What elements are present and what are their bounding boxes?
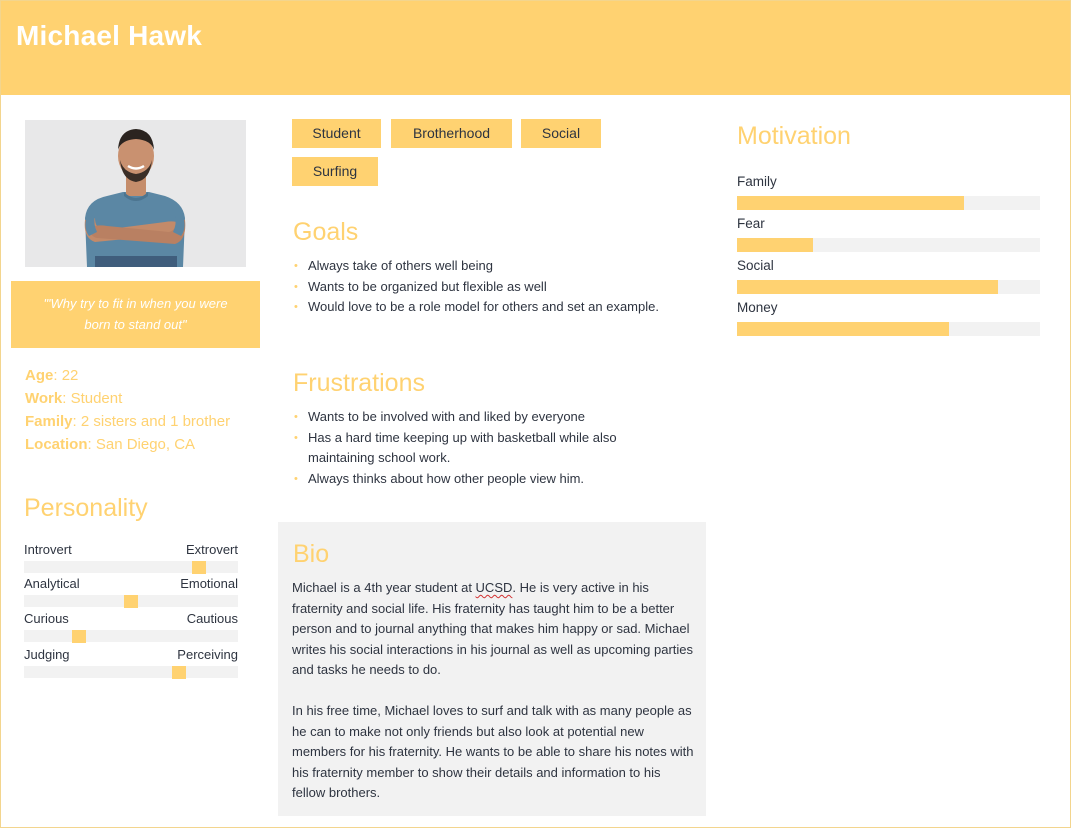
trait-marker (172, 666, 186, 679)
motivation-fill (737, 196, 965, 210)
persona-facts: Age: 22 Work: Student Family: 2 sisters … (25, 364, 230, 456)
goal-item: Wants to be organized but flexible as we… (293, 277, 703, 298)
motivation-track (737, 196, 1040, 210)
fact-value: 2 sisters and 1 brother (80, 413, 231, 430)
frustration-item: Wants to be involved with and liked by e… (293, 407, 668, 428)
motivation-heading: Motivation (737, 122, 851, 150)
trait-analytical-emotional: Analytical Emotional (24, 576, 238, 612)
motivation-fill (737, 238, 813, 252)
trait-right-label: Perceiving (177, 647, 238, 662)
persona-name: Michael Hawk (16, 20, 203, 51)
bio-text: Michael is a 4th year student at (292, 580, 476, 595)
trait-left-label: Analytical (24, 576, 80, 591)
person-photo-icon (25, 120, 246, 267)
fact-value: San Diego, CA (95, 436, 196, 453)
motivation-label: Money (737, 300, 778, 315)
motivation-label: Family (737, 174, 777, 189)
motivation-label: Social (737, 258, 774, 273)
spellcheck-word[interactable]: UCSD (476, 580, 513, 595)
fact-location: Location: San Diego, CA (25, 436, 196, 453)
fact-label: Work (25, 390, 63, 407)
trait-right-label: Extrovert (185, 542, 238, 557)
tag-social: Social (521, 119, 601, 148)
trait-left-label: Curious (24, 611, 69, 626)
motivation-family: Family (737, 174, 1040, 216)
bio-panel: Bio Michael is a 4th year student at UCS… (278, 522, 706, 816)
motivation-fill (737, 280, 998, 294)
trait-right-label: Emotional (180, 576, 238, 591)
trait-judging-perceiving: Judging Perceiving (24, 647, 238, 683)
persona-quote: "'Why try to fit in when you were born t… (11, 281, 260, 348)
frustration-item: Always thinks about how other people vie… (293, 469, 668, 490)
goal-item: Would love to be a role model for others… (293, 297, 703, 318)
tag-surfing: Surfing (292, 157, 378, 186)
trait-introvert-extrovert: Introvert Extrovert (24, 542, 238, 578)
trait-left-label: Judging (24, 647, 70, 662)
trait-marker (124, 595, 138, 608)
tag-student: Student (292, 119, 381, 148)
fact-work: Work: Student (25, 390, 123, 407)
personality-heading: Personality (24, 494, 148, 522)
goals-heading: Goals (293, 218, 359, 246)
tag-brotherhood: Brotherhood (391, 119, 512, 148)
motivation-track (737, 322, 1040, 336)
trait-curious-cautious: Curious Cautious (24, 611, 238, 647)
goals-list: Always take of others well being Wants t… (293, 256, 703, 318)
bio-paragraph-1: Michael is a 4th year student at UCSD. H… (292, 578, 696, 681)
fact-age: Age: 22 (25, 367, 79, 384)
fact-value: 22 (61, 367, 79, 384)
bio-heading: Bio (293, 540, 330, 568)
trait-marker (192, 561, 206, 574)
motivation-track (737, 280, 1040, 294)
fact-family: Family: 2 sisters and 1 brother (25, 413, 231, 430)
trait-track (24, 630, 238, 642)
trait-left-label: Introvert (24, 542, 72, 557)
goal-item: Always take of others well being (293, 256, 703, 277)
frustration-item: Has a hard time keeping up with basketba… (293, 428, 668, 469)
fact-label: Location (25, 436, 88, 453)
motivation-track (737, 238, 1040, 252)
motivation-social: Social (737, 258, 1040, 300)
frustrations-list: Wants to be involved with and liked by e… (293, 407, 668, 489)
header-banner: Michael Hawk (1, 1, 1070, 95)
fact-label: Family (25, 413, 73, 430)
trait-marker (72, 630, 86, 643)
bio-paragraph-2: In his free time, Michael loves to surf … (292, 703, 694, 801)
motivation-fear: Fear (737, 216, 1040, 258)
motivation-fill (737, 322, 950, 336)
motivation-label: Fear (737, 216, 765, 231)
frustrations-heading: Frustrations (293, 369, 425, 397)
motivation-money: Money (737, 300, 1040, 342)
trait-right-label: Cautious (186, 611, 238, 626)
fact-value: Student (70, 390, 123, 407)
fact-label: Age (25, 367, 54, 384)
trait-track (24, 666, 238, 678)
persona-photo (25, 120, 246, 267)
